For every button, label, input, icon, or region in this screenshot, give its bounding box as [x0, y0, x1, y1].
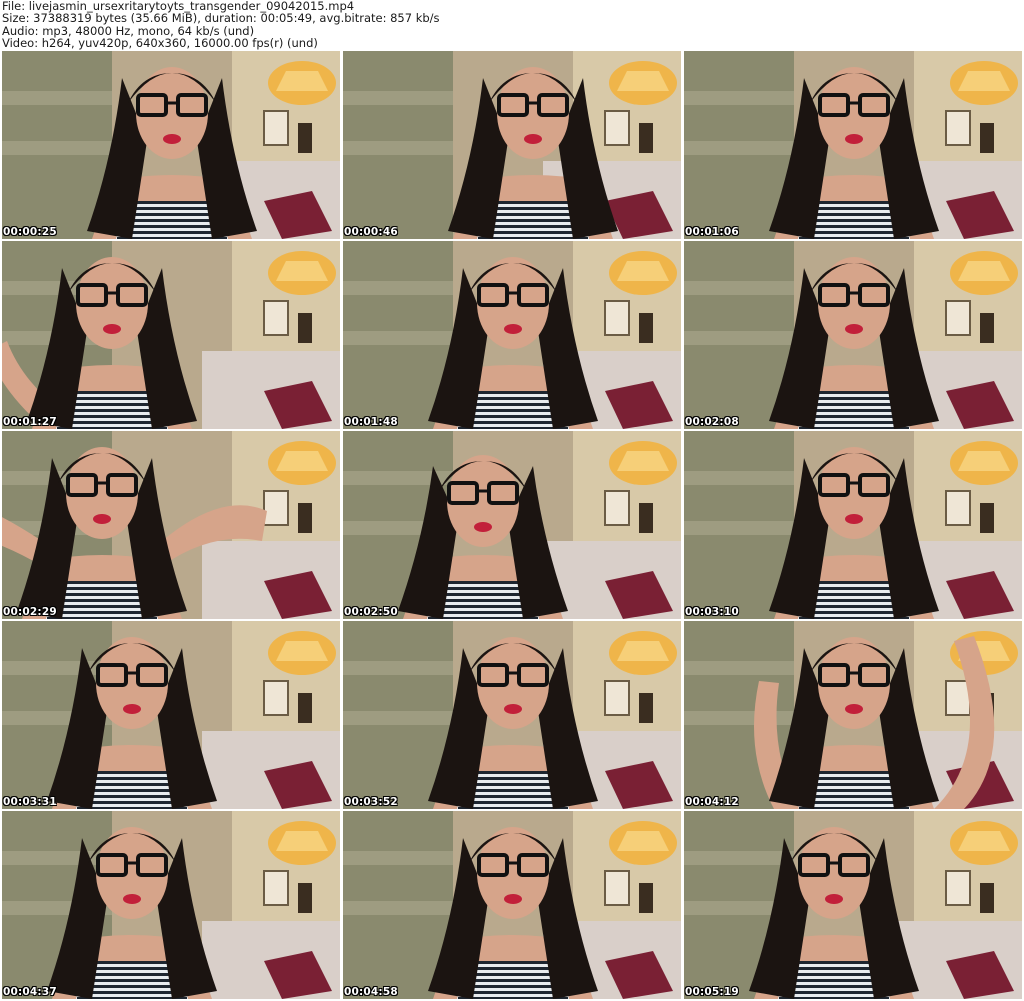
thumbnail-timestamp: 00:03:31	[3, 796, 57, 808]
thumbnail-timestamp: 00:01:06	[685, 226, 739, 238]
video-thumbnail: 00:02:50	[343, 431, 681, 619]
thumbnail-timestamp: 00:00:46	[344, 226, 398, 238]
video-thumbnail: 00:04:12	[684, 621, 1022, 809]
video-thumbnail: 00:04:37	[2, 811, 340, 999]
video-thumbnail: 00:01:48	[343, 241, 681, 429]
video-thumbnail: 00:00:25	[2, 51, 340, 239]
thumbnail-grid: 00:00:25 00:00:46 00:01:06 00:01:27 00:0…	[2, 51, 1022, 999]
thumbnail-timestamp: 00:01:48	[344, 416, 398, 428]
video-thumbnail: 00:01:27	[2, 241, 340, 429]
video-thumbnail: 00:03:10	[684, 431, 1022, 619]
thumbnail-timestamp: 00:00:25	[3, 226, 57, 238]
file-info-header: File: livejasmin_ursexritarytoyts_transg…	[2, 0, 1022, 50]
thumbnail-timestamp: 00:03:52	[344, 796, 398, 808]
video-thumbnail: 00:02:08	[684, 241, 1022, 429]
thumbnail-timestamp: 00:04:12	[685, 796, 739, 808]
file-size-line: Size: 37388319 bytes (35.66 MiB), durati…	[2, 11, 440, 26]
thumbnail-timestamp: 00:02:08	[685, 416, 739, 428]
video-info-line: Video: h264, yuv420p, 640x360, 16000.00 …	[2, 35, 318, 50]
thumbnail-timestamp: 00:04:58	[344, 986, 398, 998]
thumbnail-timestamp: 00:02:50	[344, 606, 398, 618]
video-thumbnail: 00:00:46	[343, 51, 681, 239]
thumbnail-timestamp: 00:05:19	[685, 986, 739, 998]
video-thumbnail: 00:05:19	[684, 811, 1022, 999]
video-thumbnail: 00:03:52	[343, 621, 681, 809]
thumbnail-timestamp: 00:01:27	[3, 416, 57, 428]
thumbnail-timestamp: 00:04:37	[3, 986, 57, 998]
thumbnail-timestamp: 00:03:10	[685, 606, 739, 618]
video-thumbnail: 00:01:06	[684, 51, 1022, 239]
video-thumbnail: 00:04:58	[343, 811, 681, 999]
video-thumbnail: 00:02:29	[2, 431, 340, 619]
thumbnail-timestamp: 00:02:29	[3, 606, 57, 618]
video-thumbnail: 00:03:31	[2, 621, 340, 809]
